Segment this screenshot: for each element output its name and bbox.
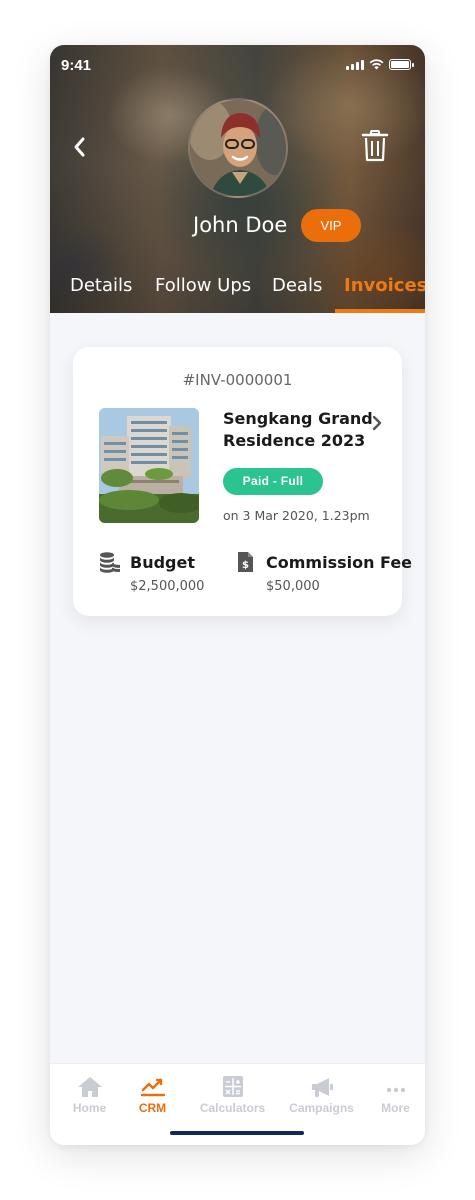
nav-more-label: More (381, 1101, 410, 1115)
signal-icon (346, 59, 364, 70)
payment-status-badge: Paid - Full (223, 468, 323, 495)
chevron-right-icon (372, 415, 382, 431)
tab-deals[interactable]: Deals (272, 275, 322, 296)
budget-value: $2,500,000 (130, 579, 205, 594)
invoice-number: #INV-0000001 (182, 371, 293, 389)
tab-follow-ups[interactable]: Follow Ups (155, 275, 251, 296)
profile-header: 9:41 John Doe VIP Details Follow Ups Dea… (50, 45, 425, 313)
home-icon (77, 1077, 102, 1097)
calculator-icon (222, 1076, 243, 1097)
status-icons (346, 59, 414, 70)
nav-campaigns-label: Campaigns (289, 1101, 354, 1115)
delete-button[interactable] (361, 129, 389, 163)
nav-campaigns[interactable]: Campaigns (284, 1076, 359, 1115)
person-photo (190, 100, 286, 196)
budget-label: Budget (130, 553, 195, 572)
nav-calculators-label: Calculators (199, 1101, 266, 1115)
invoice-document-icon: $ (238, 552, 253, 572)
building-image (99, 408, 199, 523)
tab-details[interactable]: Details (70, 275, 132, 296)
avatar (188, 98, 288, 198)
nav-crm-label: CRM (138, 1101, 167, 1115)
chevron-left-icon (74, 137, 85, 157)
nav-more[interactable]: More (358, 1076, 425, 1115)
nav-calculators[interactable]: Calculators (195, 1076, 270, 1115)
svg-text:$: $ (242, 560, 249, 571)
trash-icon (361, 130, 389, 162)
megaphone-icon (311, 1078, 333, 1097)
active-tab-indicator (335, 309, 425, 313)
client-name: John Doe (193, 213, 288, 237)
battery-icon (389, 59, 414, 70)
wifi-icon (369, 59, 384, 70)
project-thumbnail (99, 408, 199, 523)
phone-screen: 9:41 John Doe VIP Details Follow Ups Dea… (50, 45, 425, 1145)
status-time: 9:41 (61, 57, 92, 74)
chart-line-icon (140, 1078, 165, 1097)
tab-bar: Details Follow Ups Deals Invoices (50, 270, 425, 313)
home-indicator (170, 1131, 304, 1135)
vip-badge: VIP (301, 209, 361, 242)
tab-invoices[interactable]: Invoices (344, 275, 425, 296)
open-invoice-button[interactable] (370, 413, 384, 433)
more-dots-icon (386, 1087, 405, 1093)
status-bar: 9:41 (50, 45, 425, 89)
invoice-card[interactable]: #INV-0000001 Sengkang Grand Residence 20… (73, 347, 412, 616)
commission-value: $50,000 (266, 579, 320, 594)
coins-icon (100, 552, 120, 573)
project-name: Sengkang Grand Residence 2023 (223, 409, 373, 450)
payment-date: on 3 Mar 2020, 1.23pm (223, 508, 370, 523)
commission-label: Commission Fee (266, 553, 413, 572)
nav-crm[interactable]: CRM (115, 1076, 190, 1115)
back-button[interactable] (68, 133, 92, 161)
